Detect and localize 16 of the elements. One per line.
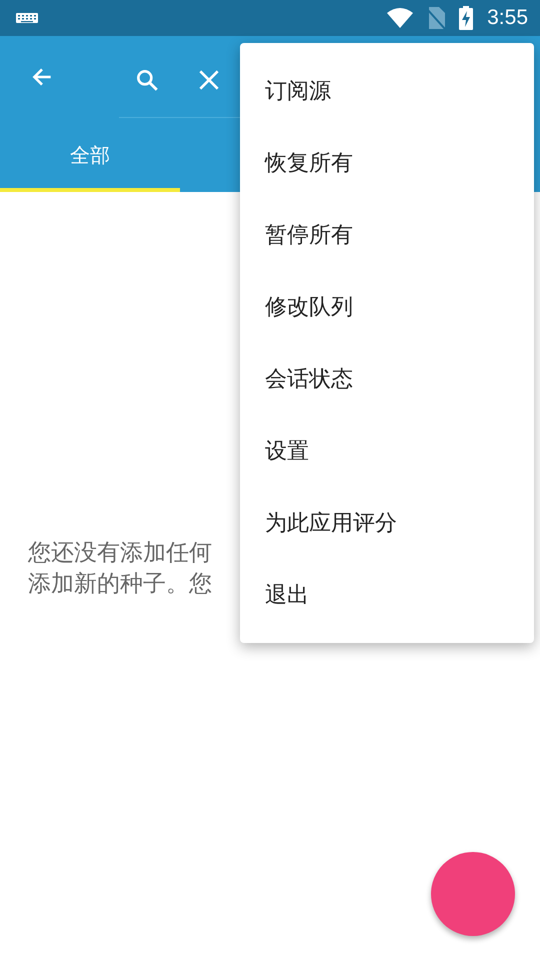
status-time: 3:55 [487,6,528,30]
battery-charging-icon [459,6,474,30]
keyboard-icon [16,13,38,23]
menu-item[interactable]: 退出 [240,559,534,631]
menu-item[interactable]: 会话状态 [240,343,534,415]
menu-item[interactable]: 设置 [240,415,534,487]
menu-item[interactable]: 订阅源 [240,55,534,127]
menu-item[interactable]: 修改队列 [240,271,534,343]
menu-item[interactable]: 为此应用评分 [240,487,534,559]
empty-message-line: 添加新的种子。您 [28,570,212,599]
wifi-icon [387,8,414,28]
no-sim-icon [427,7,446,29]
menu-item[interactable]: 恢复所有 [240,127,534,199]
menu-item[interactable]: 暂停所有 [240,199,534,271]
floating-action-button[interactable] [431,852,515,936]
empty-message-line: 您还没有添加任何 [28,539,212,568]
